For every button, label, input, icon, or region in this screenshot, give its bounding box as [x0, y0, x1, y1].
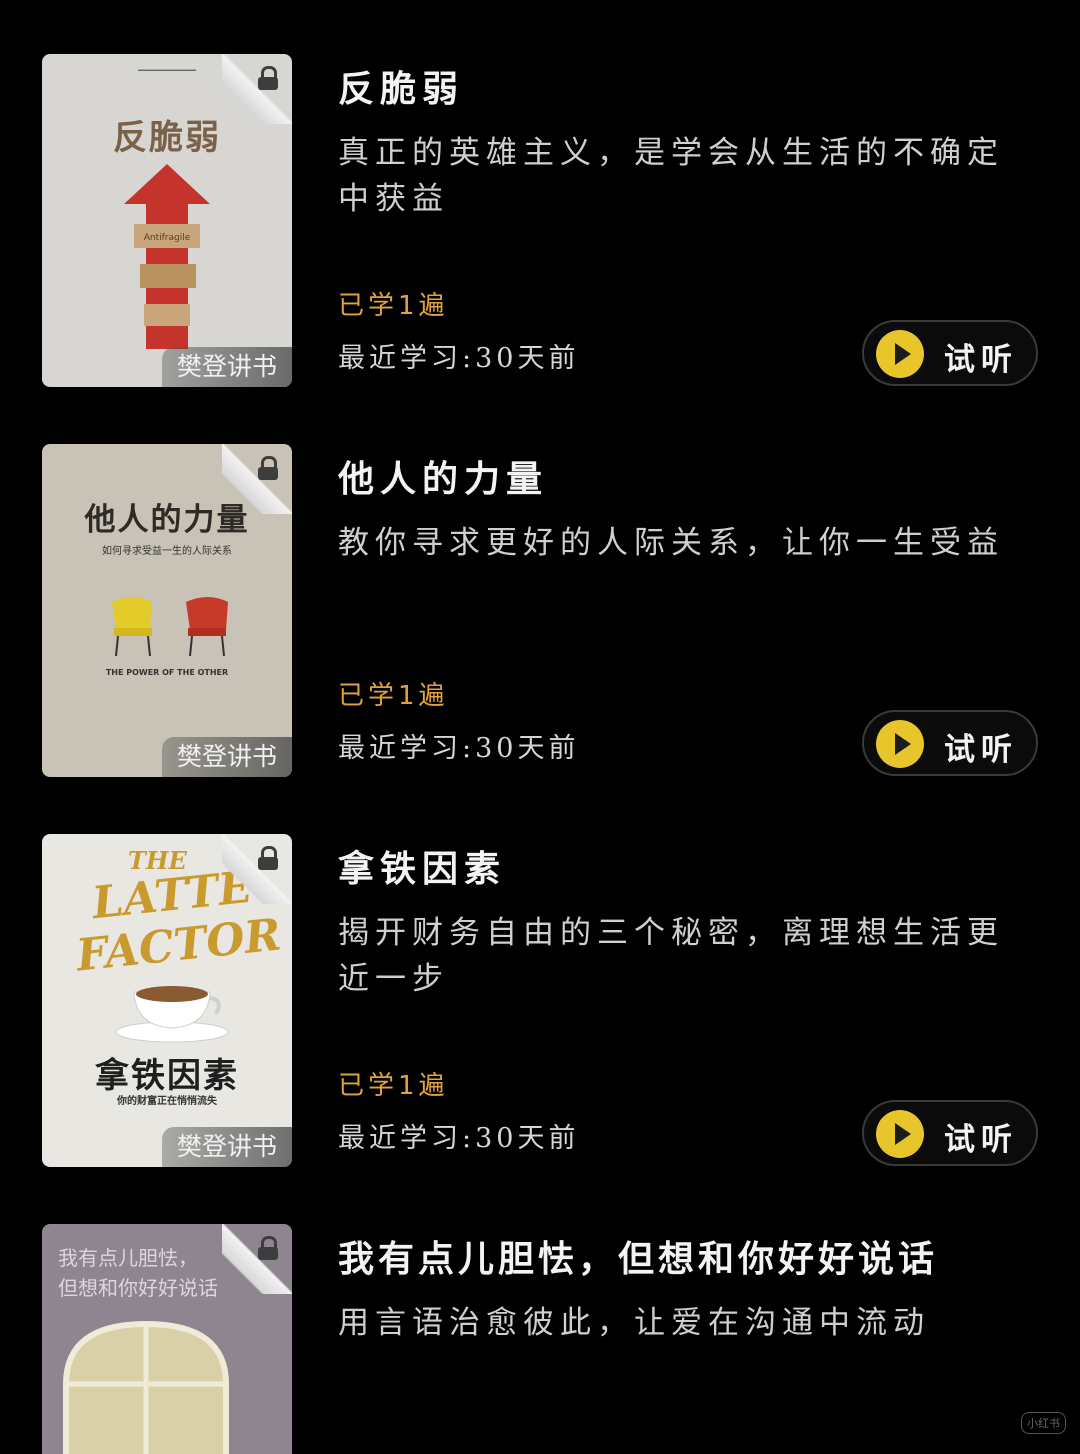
- book-description: 揭开财务自由的三个秘密，离理想生活更近一步: [338, 915, 1004, 997]
- lock-icon: [258, 456, 278, 480]
- book-item[interactable]: 我有点儿胆怯， 但想和你好好说话 我有点儿胆怯，但想和你好好说话 用言语治愈彼此…: [0, 1170, 1080, 1454]
- listen-button[interactable]: 试听: [862, 320, 1038, 386]
- cover-coffee-cup-illustration: [115, 986, 229, 1043]
- cover-arrow-illustration: Antifragile: [124, 164, 210, 349]
- book-cover[interactable]: ━━━━━━━━━━━━ 反脆弱 Antifragile 樊登讲书: [42, 54, 292, 387]
- listen-label: 试听: [944, 1122, 1018, 1158]
- watermark: 小红书: [1021, 1412, 1066, 1434]
- book-item[interactable]: THE LATTE FACTOR 拿铁因素 你的财富正在悄悄流失 樊登讲书 拿铁…: [0, 780, 1080, 1167]
- lock-icon: [258, 846, 278, 870]
- book-cover[interactable]: 我有点儿胆怯， 但想和你好好说话: [42, 1224, 292, 1454]
- cover-caption: THE POWER OF THE OTHER: [105, 668, 229, 677]
- recent-study-time: 最近学习:30天前: [338, 733, 580, 764]
- recent-study-time: 最近学习:30天前: [338, 1123, 580, 1154]
- cover-window-illustration: [63, 1320, 229, 1454]
- book-title[interactable]: 我有点儿胆怯，但想和你好好说话: [338, 1230, 938, 1282]
- book-item[interactable]: 他人的力量 如何寻求受益一生的人际关系 THE POWER OF THE OTH…: [0, 390, 1080, 777]
- publisher-badge: 樊登讲书: [162, 737, 292, 777]
- cover-subtitle: Antifragile: [144, 233, 191, 243]
- cover-subtitle: 你的财富正在悄悄流失: [117, 1096, 217, 1107]
- book-description: 教你寻求更好的人际关系，让你一生受益: [338, 525, 1004, 561]
- book-title[interactable]: 他人的力量: [338, 450, 548, 502]
- lock-icon: [258, 1236, 278, 1260]
- cover-title: 拿铁因素: [95, 1056, 239, 1096]
- recent-study-time: 最近学习:30天前: [338, 343, 580, 374]
- publisher-badge: 樊登讲书: [162, 1127, 292, 1167]
- learned-count: 已学1遍: [338, 681, 449, 711]
- page-curl: [222, 444, 292, 514]
- play-icon: [876, 1110, 924, 1158]
- book-title[interactable]: 反脆弱: [338, 60, 464, 112]
- book-title[interactable]: 拿铁因素: [338, 840, 506, 892]
- book-cover[interactable]: THE LATTE FACTOR 拿铁因素 你的财富正在悄悄流失 樊登讲书: [42, 834, 292, 1167]
- listen-button[interactable]: 试听: [862, 1100, 1038, 1166]
- book-item[interactable]: ━━━━━━━━━━━━ 反脆弱 Antifragile 樊登讲书 反脆弱 真正…: [0, 0, 1080, 387]
- book-description: 真正的英雄主义，是学会从生活的不确定中获益: [338, 135, 1004, 217]
- page-curl: [222, 54, 292, 124]
- book-description: 用言语治愈彼此，让爱在沟通中流动: [338, 1305, 930, 1341]
- cover-subtitle: 如何寻求受益一生的人际关系: [102, 546, 232, 557]
- book-list: ━━━━━━━━━━━━ 反脆弱 Antifragile 樊登讲书 反脆弱 真正…: [0, 0, 1080, 1454]
- play-icon: [876, 330, 924, 378]
- page-curl: [222, 834, 292, 904]
- cover-chairs-illustration: [112, 597, 228, 657]
- listen-button[interactable]: 试听: [862, 710, 1038, 776]
- learned-count: 已学1遍: [338, 1071, 449, 1101]
- publisher-badge: 樊登讲书: [162, 347, 292, 387]
- learned-count: 已学1遍: [338, 291, 449, 321]
- page-curl: [222, 1224, 292, 1294]
- listen-label: 试听: [944, 732, 1018, 768]
- play-icon: [876, 720, 924, 768]
- listen-label: 试听: [944, 342, 1018, 378]
- lock-icon: [258, 66, 278, 90]
- book-cover[interactable]: 他人的力量 如何寻求受益一生的人际关系 THE POWER OF THE OTH…: [42, 444, 292, 777]
- cover-title-line2: 但想和你好好说话: [58, 1276, 218, 1300]
- cover-title-line1: 我有点儿胆怯，: [58, 1246, 198, 1270]
